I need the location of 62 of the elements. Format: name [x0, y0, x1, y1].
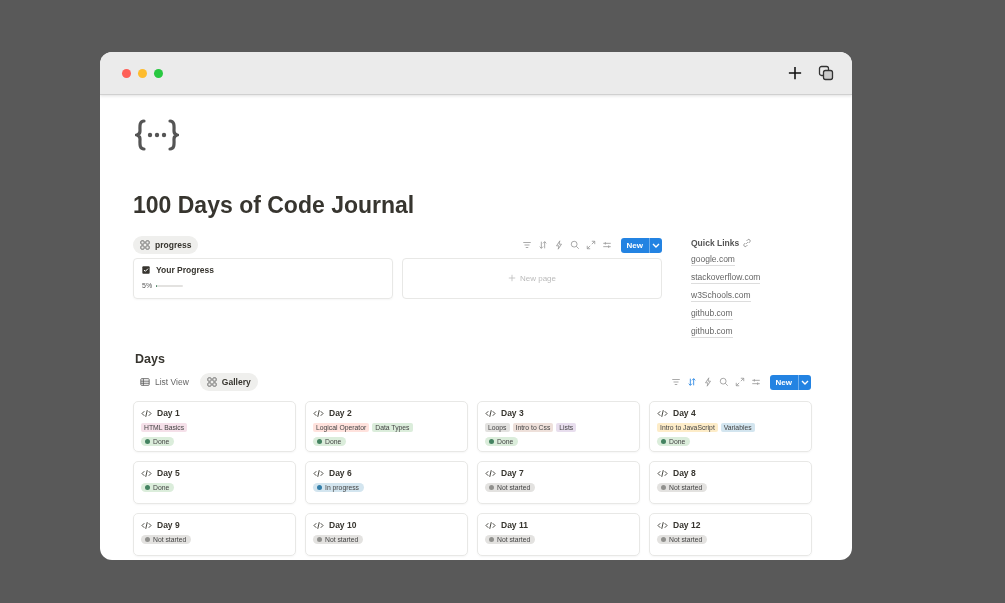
- quick-link[interactable]: w3Schools.com: [691, 289, 751, 303]
- view-tab[interactable]: Gallery: [199, 373, 258, 392]
- bolt-icon[interactable]: [702, 377, 713, 388]
- card-title: Day 2: [329, 408, 352, 419]
- expand-icon[interactable]: [734, 377, 745, 388]
- card-title: Day 3: [501, 408, 524, 419]
- card-title: Day 4: [673, 408, 696, 419]
- expand-icon[interactable]: [585, 240, 596, 251]
- sort-icon[interactable]: [686, 377, 697, 388]
- view-tab[interactable]: List View: [133, 373, 196, 392]
- sliders-icon[interactable]: [601, 240, 612, 251]
- card-title: Day 7: [501, 468, 524, 479]
- card-title: Your Progress: [156, 265, 214, 276]
- plus-icon: [508, 274, 516, 283]
- card-title: Day 8: [673, 468, 696, 479]
- card-title: Day 9: [157, 520, 180, 531]
- quick-link[interactable]: github.com: [691, 307, 733, 321]
- view-tab[interactable]: progress: [133, 236, 199, 255]
- zoom-button[interactable]: [154, 68, 163, 78]
- code-icon: [141, 468, 152, 478]
- card-title: Day 12: [673, 520, 701, 531]
- code-icon: [657, 468, 668, 478]
- copy-icon[interactable]: [818, 65, 834, 81]
- link-icon: [742, 238, 753, 249]
- card-title: Day 10: [329, 520, 357, 531]
- card-title: Day 6: [329, 468, 352, 479]
- filter-icon[interactable]: [521, 240, 532, 251]
- card-title: Day 11: [501, 520, 528, 531]
- sliders-icon[interactable]: [750, 377, 761, 388]
- code-icon: [485, 468, 496, 478]
- code-icon: [313, 468, 324, 478]
- quick-links-heading: Quick Links: [691, 238, 740, 249]
- quick-link[interactable]: google.com: [691, 253, 735, 267]
- table-icon: [140, 377, 150, 388]
- card-title: Day 5: [157, 468, 180, 479]
- code-icon: [313, 520, 324, 530]
- code-braces-icon: [135, 119, 179, 151]
- checkbox-icon: [142, 266, 150, 275]
- close-button[interactable]: [122, 68, 131, 78]
- code-icon: [141, 408, 152, 418]
- plus-icon[interactable]: [788, 66, 802, 80]
- sort-icon[interactable]: [537, 240, 548, 251]
- grid-icon: [140, 240, 150, 251]
- page-title: 100 Days of Code Journal: [133, 193, 416, 219]
- bolt-icon[interactable]: [553, 240, 564, 251]
- code-icon: [313, 408, 324, 418]
- filter-icon[interactable]: [670, 377, 681, 388]
- quick-link[interactable]: github.com: [691, 325, 733, 339]
- code-icon: [657, 520, 668, 530]
- search-icon[interactable]: [718, 377, 729, 388]
- code-icon: [485, 408, 496, 418]
- minimize-button[interactable]: [138, 68, 147, 78]
- section-heading: Days: [135, 352, 166, 367]
- code-icon: [485, 520, 496, 530]
- card-title: Day 1: [157, 408, 180, 419]
- new-button[interactable]: New: [620, 237, 662, 253]
- quick-link[interactable]: stackoverflow.com: [691, 271, 761, 285]
- grid-icon: [206, 377, 217, 388]
- new-button[interactable]: New: [769, 374, 811, 390]
- search-icon[interactable]: [569, 240, 580, 251]
- code-icon: [657, 408, 668, 418]
- code-icon: [141, 520, 152, 530]
